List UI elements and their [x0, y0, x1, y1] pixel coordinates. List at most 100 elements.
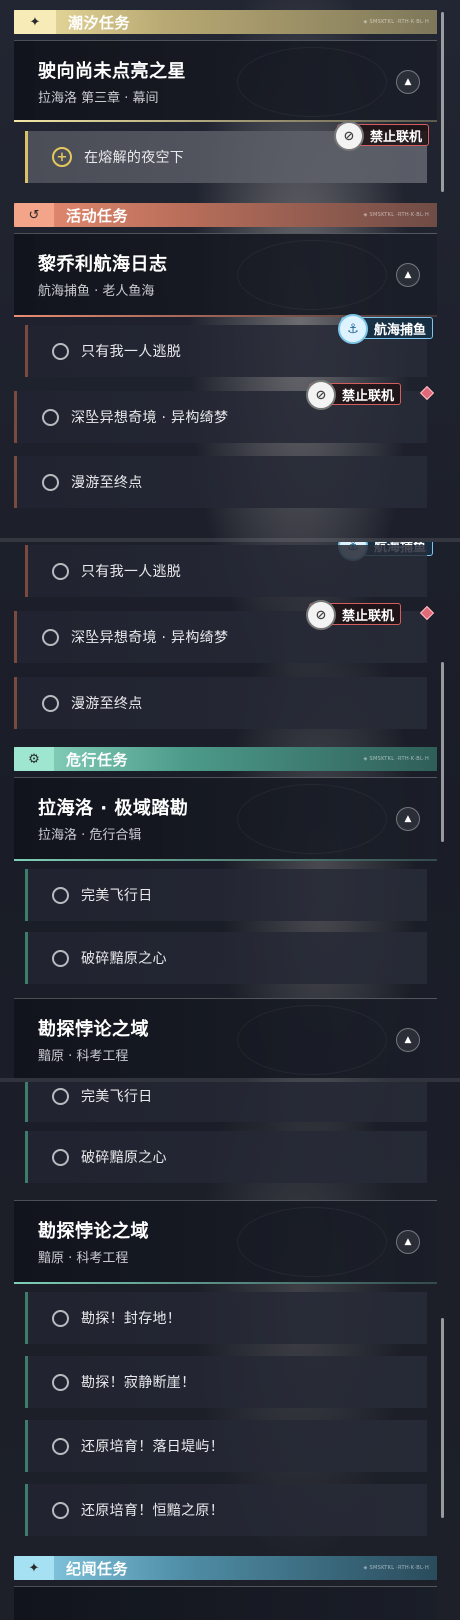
section-header-label: 纪闻任务 [66, 1559, 129, 1578]
card-underline [14, 120, 437, 122]
no-coop-tag: ⊘ 禁止联机 [306, 380, 402, 410]
section-header-label: 活动任务 [66, 206, 129, 225]
status-circle-icon [52, 1373, 69, 1391]
no-coop-icon: ⊘ [334, 121, 364, 151]
subtask-item[interactable]: 破碎黯原之心 [25, 932, 427, 984]
subtask-label: 在熔解的夜空下 [84, 150, 185, 166]
subtask-label: 完美飞行日 [81, 888, 153, 904]
no-coop-tag: ⊘ 禁止联机 [334, 121, 430, 151]
header-decoration: ◈ SMSKTKL ·RTH·K·BL·H [363, 756, 429, 762]
scrollbar[interactable] [441, 662, 444, 842]
status-circle-icon [52, 562, 69, 580]
section-header-danger[interactable]: ⚙ 危行任务 ◈ SMSKTKL ·RTH·K·BL·H [14, 747, 437, 771]
mission-subtitle: 拉海洛 · 危行合辑 [38, 828, 142, 843]
no-coop-icon: ⊘ [306, 600, 336, 630]
subtask-label: 还原培育！落日堤屿！ [81, 1439, 224, 1455]
collapse-arrow-icon[interactable]: ▲ [396, 1028, 420, 1052]
subtask-label: 勘探！寂静断崖！ [81, 1375, 196, 1391]
status-circle-icon [52, 1437, 69, 1455]
subtask-label: 深坠异想奇境 · 异构绮梦 [71, 410, 229, 426]
mission-card-danger-2[interactable]: 勘探悖论之域 黯原 · 科考工程 ▲ [14, 1200, 437, 1284]
status-circle-icon [52, 1501, 69, 1519]
eye-gear-icon: ⚙ [14, 747, 54, 771]
subtask-item[interactable]: 还原培育！恒黯之原！ [25, 1484, 427, 1536]
status-circle-icon [42, 473, 59, 491]
no-coop-icon: ⊘ [306, 380, 336, 410]
topographic-pattern [237, 47, 387, 117]
status-circle-icon [52, 886, 69, 904]
scrollbar[interactable] [441, 12, 444, 192]
subtask-label: 勘探！封存地！ [81, 1311, 182, 1327]
collapse-arrow-icon[interactable]: ▲ [396, 1230, 420, 1254]
tracking-star-icon: + [52, 147, 72, 167]
topographic-pattern [237, 1005, 387, 1075]
subtask-label: 还原培育！恒黯之原！ [81, 1503, 224, 1519]
subtask-item[interactable]: 漫游至终点 [14, 677, 427, 729]
header-decoration: ◈ SMSKTKL ·RTH·K·BL·H [363, 1565, 429, 1571]
section-header-label: 危行任务 [66, 750, 129, 769]
tag-label: 禁止联机 [370, 129, 423, 145]
screenshot-panel-3: 完美飞行日 破碎黯原之心 勘探悖论之域 黯原 · 科考工程 ▲ 勘探！封存地！ … [0, 1082, 460, 1620]
status-circle-icon [42, 408, 59, 426]
collapse-arrow-icon[interactable]: ▲ [396, 70, 420, 94]
mission-subtitle: 黯原 · 科考工程 [38, 1049, 129, 1064]
mission-card-danger-1[interactable]: 拉海洛 · 极域踏勘 拉海洛 · 危行合辑 ▲ [14, 777, 437, 861]
mission-subtitle: 拉海洛 第三章 · 幕间 [38, 91, 159, 106]
mission-title: 勘探悖论之域 [38, 1221, 149, 1242]
subtask-label: 完美飞行日 [81, 1089, 153, 1105]
mission-title: 黎乔利航海日志 [38, 254, 168, 275]
mission-title: 驶向尚未点亮之星 [38, 61, 186, 82]
subtask-item[interactable]: 漫游至终点 [14, 456, 427, 508]
status-circle-icon [52, 1309, 69, 1327]
mission-card-danger-2[interactable]: 勘探悖论之域 黯原 · 科考工程 ▲ [14, 998, 437, 1078]
status-circle-icon [42, 628, 59, 646]
screenshot-panel-2: ⚓ 航海捕鱼 只有我一人逃脱 深坠异想奇境 · 异构绮梦 ⊘ 禁止联机 漫游至终… [0, 542, 460, 1078]
tag-label: 禁止联机 [342, 608, 395, 624]
mission-card-event[interactable]: 黎乔利航海日志 航海捕鱼 · 老人鱼海 ▲ [14, 233, 437, 317]
card-underline [14, 859, 437, 861]
mission-card-tide[interactable]: 驶向尚未点亮之星 拉海洛 第三章 · 幕间 ▲ [14, 40, 437, 122]
subtask-item[interactable]: 完美飞行日 [25, 869, 427, 921]
collapse-arrow-icon[interactable]: ▲ [396, 263, 420, 287]
status-circle-icon [42, 694, 59, 712]
subtask-item[interactable]: 勘探！寂静断崖！ [25, 1356, 427, 1408]
collapse-arrow-icon[interactable]: ▲ [396, 807, 420, 831]
topographic-pattern [237, 784, 387, 854]
mission-subtitle: 黯原 · 科考工程 [38, 1251, 129, 1266]
subtask-label: 深坠异想奇境 · 异构绮梦 [71, 630, 229, 646]
no-coop-tag: ⊘ 禁止联机 [306, 600, 402, 630]
topographic-pattern [237, 240, 387, 310]
return-arrow-icon: ↺ [14, 203, 54, 227]
tag-label: 航海捕鱼 [374, 322, 427, 338]
sparkle-icon: ✦ [14, 1556, 54, 1580]
status-circle-icon [52, 1148, 69, 1166]
subtask-item[interactable]: 破碎黯原之心 [25, 1131, 427, 1183]
mission-title: 勘探悖论之域 [38, 1019, 149, 1040]
subtask-item[interactable]: 还原培育！落日堤屿！ [25, 1420, 427, 1472]
section-header-label: 潮汐任务 [68, 13, 131, 32]
scrollbar[interactable] [441, 1318, 444, 1518]
subtask-label: 漫游至终点 [71, 696, 143, 712]
subtask-label: 只有我一人逃脱 [81, 344, 182, 360]
topographic-pattern [237, 1207, 387, 1277]
mission-subtitle: 航海捕鱼 · 老人鱼海 [38, 284, 155, 299]
status-circle-icon [52, 342, 69, 360]
header-decoration: ◈ SMSKTKL ·RTH·K·BL·H [363, 212, 429, 218]
subtask-label: 漫游至终点 [71, 475, 143, 491]
mission-card-lore[interactable] [14, 1586, 437, 1620]
status-circle-icon [52, 949, 69, 967]
card-underline [14, 1282, 437, 1284]
status-circle-icon [52, 1087, 69, 1105]
subtask-item[interactable]: 只有我一人逃脱 [25, 545, 427, 597]
subtask-label: 破碎黯原之心 [81, 1150, 167, 1166]
header-decoration: ◈ SMSKTKL ·RTH·K·BL·H [363, 19, 429, 25]
section-header-lore[interactable]: ✦ 纪闻任务 ◈ SMSKTKL ·RTH·K·BL·H [14, 1556, 437, 1580]
fishing-icon: ⚓ [338, 314, 368, 344]
section-header-event[interactable]: ↺ 活动任务 ◈ SMSKTKL ·RTH·K·BL·H [14, 203, 437, 227]
subtask-item[interactable]: 勘探！封存地！ [25, 1292, 427, 1344]
section-header-tide[interactable]: ✦ 潮汐任务 ◈ SMSKTKL ·RTH·K·BL·H [14, 10, 437, 34]
subtask-label: 破碎黯原之心 [81, 951, 167, 967]
fishing-tag: ⚓ 航海捕鱼 [338, 314, 434, 344]
sparkle-icon: ✦ [14, 10, 56, 34]
subtask-item[interactable]: 完美飞行日 [25, 1082, 427, 1122]
